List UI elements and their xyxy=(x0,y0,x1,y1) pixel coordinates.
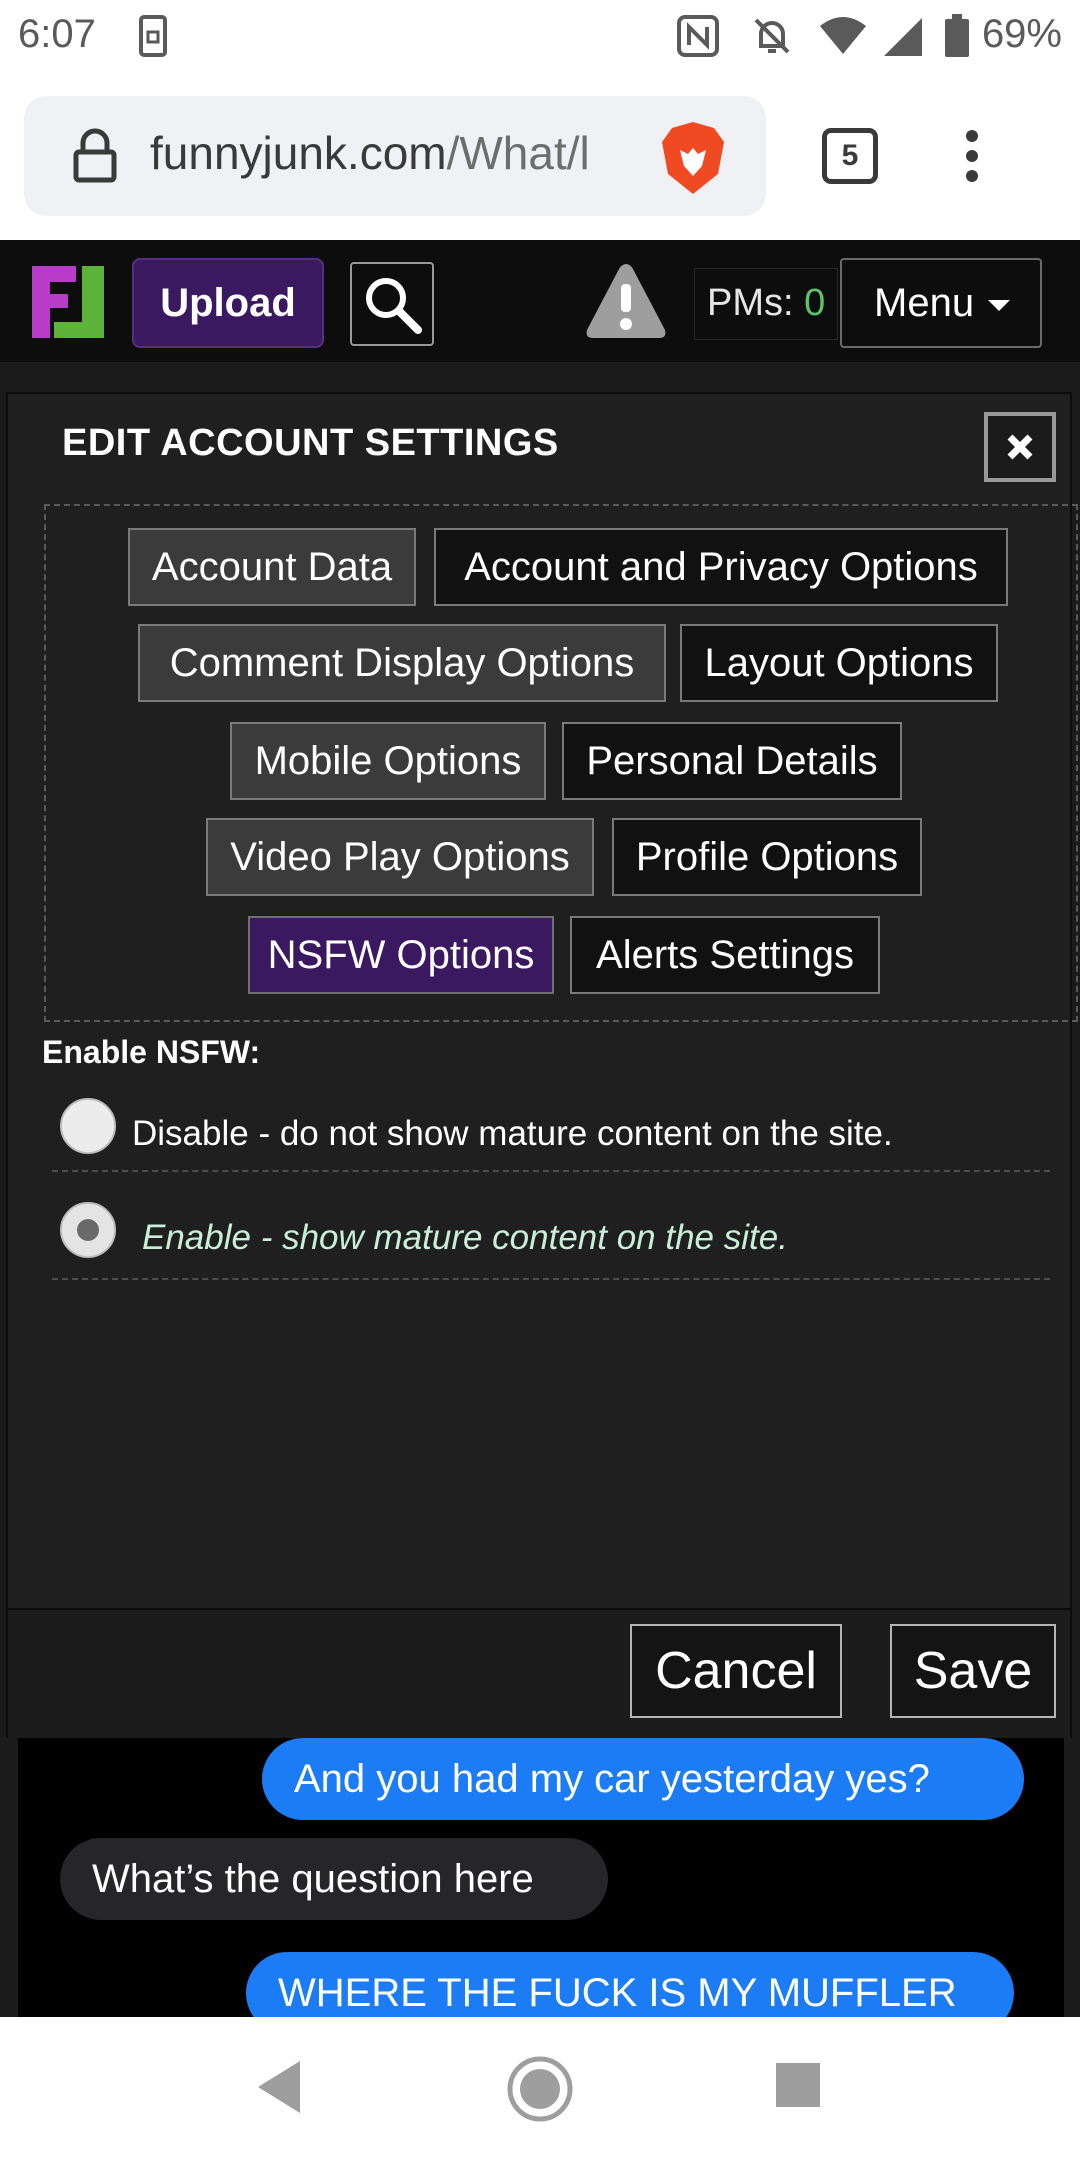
android-nav-bar xyxy=(0,2017,1080,2160)
chat-message: What’s the question here xyxy=(60,1838,608,1920)
chat-message: And you had my car yesterday yes? xyxy=(262,1738,1024,1820)
nfc-icon xyxy=(676,14,720,63)
tab-switcher-button[interactable]: 5 xyxy=(822,128,878,184)
tab-account-data[interactable]: Account Data xyxy=(128,528,416,606)
radio-selected-dot xyxy=(77,1219,99,1241)
close-icon xyxy=(1007,434,1033,460)
url-path: /What/l xyxy=(446,127,590,179)
address-bar[interactable]: funnyjunk.com/What/l xyxy=(24,96,766,216)
funnyjunk-logo-icon[interactable] xyxy=(32,266,104,343)
close-button[interactable] xyxy=(984,412,1056,482)
lock-icon xyxy=(72,128,118,189)
screenshot-icon xyxy=(138,14,168,63)
bell-off-icon xyxy=(750,14,794,63)
account-settings-modal: EDIT ACCOUNT SETTINGS Account Data Accou… xyxy=(6,392,1078,1738)
menu-button[interactable]: Menu xyxy=(840,258,1042,348)
battery-icon xyxy=(944,14,970,63)
brave-lion-icon[interactable] xyxy=(660,120,726,201)
pms-counter[interactable]: PMs: 0 xyxy=(694,268,839,340)
menu-label: Menu xyxy=(874,281,975,325)
enable-option-label: Enable - show mature content on the site… xyxy=(142,1218,788,1257)
radio-disable[interactable] xyxy=(60,1098,116,1154)
pms-label: PMs: xyxy=(707,282,794,324)
tab-profile-options[interactable]: Profile Options xyxy=(612,818,922,896)
tab-personal-details[interactable]: Personal Details xyxy=(562,722,902,800)
save-button[interactable]: Save xyxy=(890,1624,1056,1718)
status-time: 6:07 xyxy=(18,12,96,56)
cancel-button[interactable]: Cancel xyxy=(630,1624,842,1718)
recents-icon[interactable] xyxy=(774,2061,822,2114)
tab-account-privacy-options[interactable]: Account and Privacy Options xyxy=(434,528,1008,606)
nsfw-option-enable[interactable]: Enable - show mature content on the site… xyxy=(52,1180,1050,1280)
caret-down-icon xyxy=(988,300,1010,311)
battery-percent: 69% xyxy=(981,12,1062,56)
tab-mobile-options[interactable]: Mobile Options xyxy=(230,722,546,800)
enable-nsfw-label: Enable NSFW: xyxy=(42,1034,261,1070)
chat-screenshot: And you had my car yesterday yes? What’s… xyxy=(18,1738,1064,2018)
pms-count: 0 xyxy=(804,282,826,324)
home-icon[interactable] xyxy=(506,2055,574,2128)
url-domain: funnyjunk.com xyxy=(150,127,447,179)
settings-tab-group: Account Data Account and Privacy Options… xyxy=(44,504,1078,1022)
site-header: Upload PMs: 0 Menu xyxy=(0,240,1080,362)
radio-enable[interactable] xyxy=(60,1202,116,1258)
signal-icon xyxy=(882,14,924,63)
status-bar: 6:07 69% xyxy=(0,0,1080,72)
tab-layout-options[interactable]: Layout Options xyxy=(680,624,998,702)
search-button[interactable] xyxy=(350,262,434,346)
tab-video-play-options[interactable]: Video Play Options xyxy=(206,818,594,896)
browser-toolbar: funnyjunk.com/What/l 5 xyxy=(0,72,1080,240)
wifi-icon xyxy=(818,14,868,63)
alert-icon[interactable] xyxy=(584,260,668,347)
tab-nsfw-options[interactable]: NSFW Options xyxy=(248,916,554,994)
tab-comment-display-options[interactable]: Comment Display Options xyxy=(138,624,666,702)
tab-alerts-settings[interactable]: Alerts Settings xyxy=(570,916,880,994)
url-text[interactable]: funnyjunk.com/What/l xyxy=(150,126,650,180)
nsfw-option-disable[interactable]: Disable - do not show mature content on … xyxy=(52,1094,1050,1172)
disable-option-label: Disable - do not show mature content on … xyxy=(132,1114,893,1153)
upload-button[interactable]: Upload xyxy=(132,258,324,348)
back-icon[interactable] xyxy=(254,2059,302,2120)
more-vert-icon[interactable] xyxy=(962,130,982,187)
search-icon xyxy=(366,278,422,334)
modal-footer: Cancel Save xyxy=(8,1608,1070,1738)
chat-message: WHERE THE FUCK IS MY MUFFLER xyxy=(246,1952,1014,2018)
modal-title: EDIT ACCOUNT SETTINGS xyxy=(62,422,559,464)
